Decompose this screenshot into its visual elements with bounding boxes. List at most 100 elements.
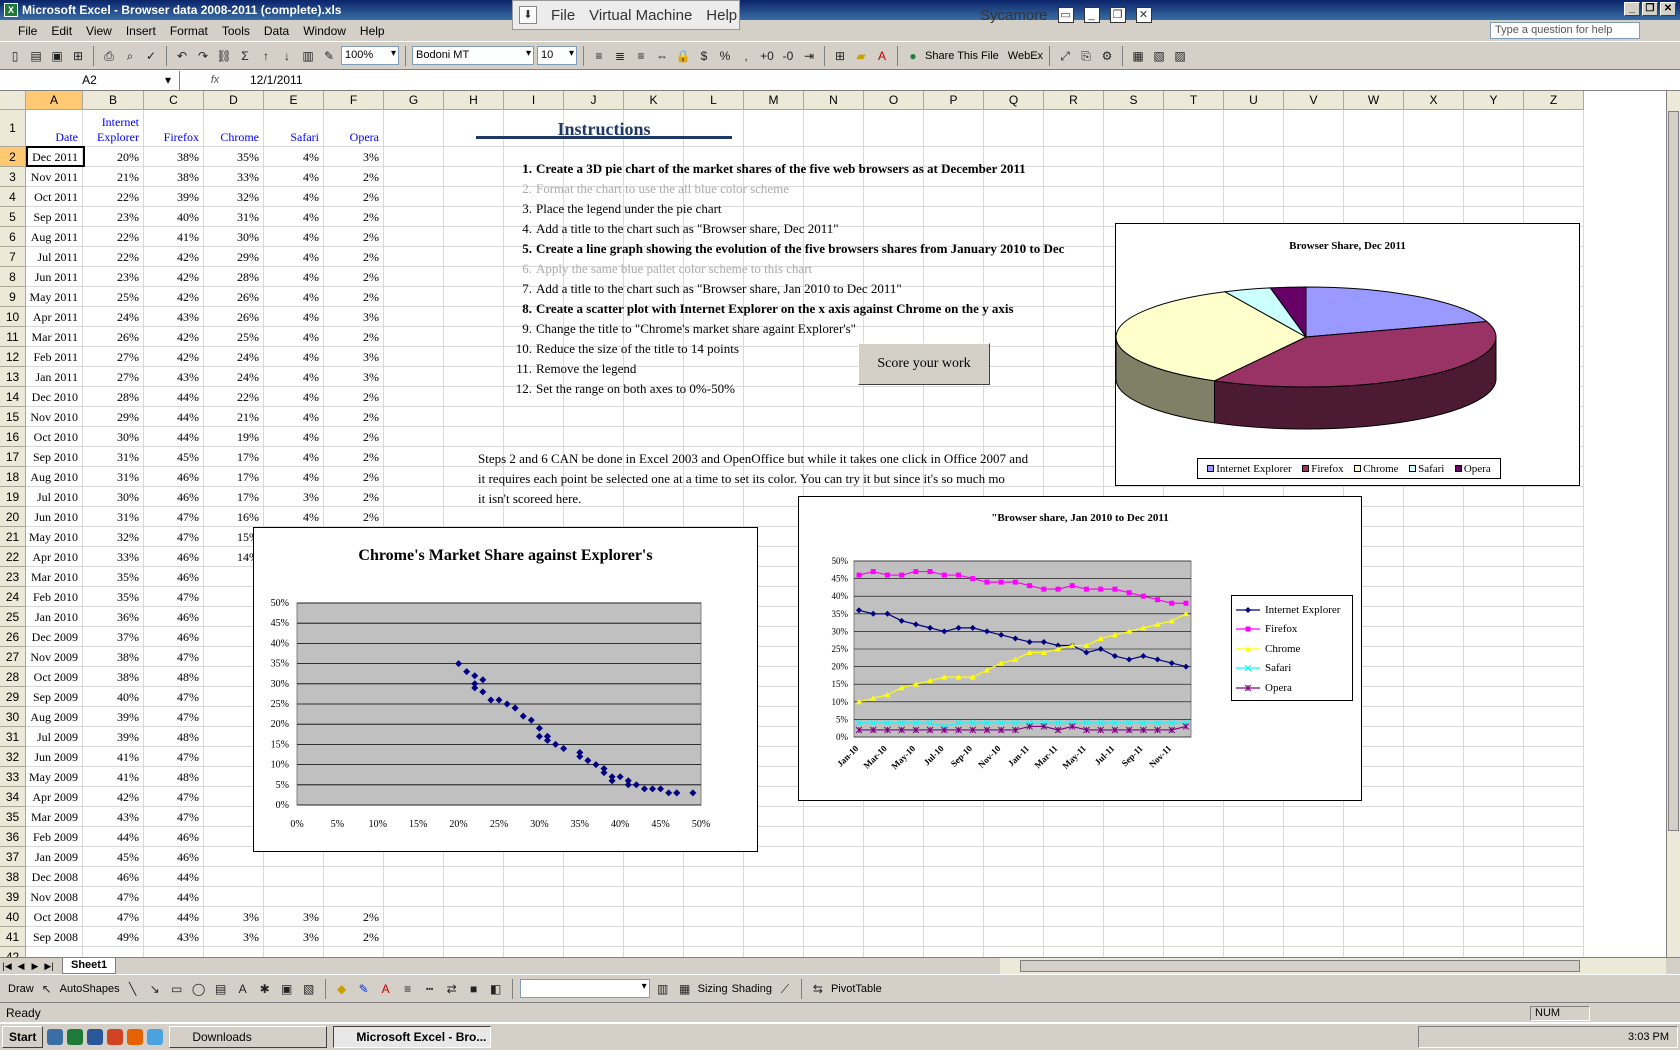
empty-cell[interactable] bbox=[1524, 787, 1584, 807]
row-header[interactable]: 11 bbox=[0, 327, 26, 347]
header-cell[interactable]: Firefox bbox=[144, 110, 204, 147]
empty-cell[interactable] bbox=[1464, 927, 1524, 947]
empty-cell[interactable] bbox=[264, 867, 324, 887]
empty-cell[interactable] bbox=[324, 867, 384, 887]
empty-cell[interactable] bbox=[804, 887, 864, 907]
empty-cell[interactable] bbox=[564, 887, 624, 907]
arrow-icon[interactable]: ↘ bbox=[146, 980, 164, 998]
data-cell[interactable]: 4% bbox=[264, 227, 324, 247]
empty-cell[interactable] bbox=[504, 427, 564, 447]
row-header[interactable]: 28 bbox=[0, 667, 26, 687]
empty-cell[interactable] bbox=[1524, 707, 1584, 727]
empty-cell[interactable] bbox=[384, 327, 444, 347]
empty-cell[interactable] bbox=[804, 187, 864, 207]
empty-cell[interactable] bbox=[864, 807, 924, 827]
data-cell[interactable]: 16% bbox=[204, 507, 264, 527]
currency-icon[interactable]: $ bbox=[695, 47, 713, 65]
empty-cell[interactable] bbox=[1524, 607, 1584, 627]
data-cell[interactable]: 46% bbox=[144, 547, 204, 567]
empty-cell[interactable] bbox=[1464, 547, 1524, 567]
empty-cell[interactable] bbox=[1344, 927, 1404, 947]
empty-cell[interactable] bbox=[384, 187, 444, 207]
empty-cell[interactable] bbox=[1044, 347, 1104, 367]
draw-menu[interactable]: Draw bbox=[8, 983, 34, 995]
data-cell[interactable]: 4% bbox=[264, 447, 324, 467]
textbox-icon[interactable]: ▤ bbox=[212, 980, 230, 998]
empty-cell[interactable] bbox=[984, 427, 1044, 447]
comma-icon[interactable]: , bbox=[737, 47, 755, 65]
data-cell[interactable]: 24% bbox=[204, 347, 264, 367]
column-header-q[interactable]: Q bbox=[984, 91, 1044, 110]
row-header[interactable]: 40 bbox=[0, 907, 26, 927]
empty-cell[interactable] bbox=[1284, 167, 1344, 187]
scatter-chart[interactable]: Chrome's Market Share against Explorer's… bbox=[253, 527, 758, 852]
data-cell[interactable]: 2% bbox=[324, 407, 384, 427]
data-cell[interactable]: 45% bbox=[83, 847, 144, 867]
data-cell[interactable]: May 2011 bbox=[26, 287, 83, 307]
empty-cell[interactable] bbox=[1524, 567, 1584, 587]
empty-cell[interactable] bbox=[984, 267, 1044, 287]
data-cell[interactable]: 30% bbox=[83, 427, 144, 447]
empty-cell[interactable] bbox=[264, 887, 324, 907]
row-header[interactable]: 10 bbox=[0, 307, 26, 327]
empty-cell[interactable] bbox=[864, 407, 924, 427]
empty-cell[interactable] bbox=[1104, 110, 1164, 147]
empty-cell[interactable] bbox=[864, 427, 924, 447]
data-cell[interactable]: 39% bbox=[144, 187, 204, 207]
empty-cell[interactable] bbox=[1404, 687, 1464, 707]
empty-cell[interactable] bbox=[1044, 827, 1104, 847]
row-header[interactable]: 21 bbox=[0, 527, 26, 547]
data-cell[interactable]: 47% bbox=[144, 587, 204, 607]
data-cell[interactable]: 3% bbox=[204, 927, 264, 947]
data-point[interactable] bbox=[1083, 586, 1089, 592]
empty-cell[interactable] bbox=[804, 407, 864, 427]
data-cell[interactable]: 47% bbox=[144, 527, 204, 547]
empty-cell[interactable] bbox=[1464, 847, 1524, 867]
empty-cell[interactable] bbox=[984, 387, 1044, 407]
tool-icon-4[interactable]: ▦ bbox=[1129, 47, 1147, 65]
data-cell[interactable]: 43% bbox=[144, 367, 204, 387]
empty-cell[interactable] bbox=[564, 927, 624, 947]
empty-cell[interactable] bbox=[384, 947, 444, 957]
data-cell[interactable]: 46% bbox=[144, 847, 204, 867]
empty-cell[interactable] bbox=[384, 467, 444, 487]
data-cell[interactable]: Apr 2009 bbox=[26, 787, 83, 807]
quicklaunch-powerpoint-icon[interactable] bbox=[107, 1029, 124, 1045]
data-cell[interactable]: 4% bbox=[264, 207, 324, 227]
empty-cell[interactable] bbox=[1404, 567, 1464, 587]
empty-cell[interactable] bbox=[384, 247, 444, 267]
tool-icon-6[interactable]: ▨ bbox=[1171, 47, 1189, 65]
data-cell[interactable]: 25% bbox=[83, 287, 144, 307]
row-header[interactable]: 3 bbox=[0, 167, 26, 187]
redo-icon[interactable]: ↷ bbox=[194, 47, 212, 65]
empty-cell[interactable] bbox=[1104, 867, 1164, 887]
data-cell[interactable]: 3% bbox=[264, 487, 324, 507]
column-header-y[interactable]: Y bbox=[1464, 91, 1524, 110]
line-legend[interactable]: Internet Explorer Firefox Chrome Safari Oper… bbox=[1231, 595, 1353, 701]
empty-cell[interactable] bbox=[1284, 827, 1344, 847]
task-downloads[interactable]: Downloads bbox=[169, 1026, 328, 1048]
column-header-e[interactable]: E bbox=[264, 91, 324, 110]
row-header[interactable]: 29 bbox=[0, 687, 26, 707]
data-point[interactable] bbox=[1183, 600, 1189, 606]
legend-entry[interactable]: Safari bbox=[1409, 463, 1444, 475]
empty-cell[interactable] bbox=[1104, 827, 1164, 847]
empty-cell[interactable] bbox=[1284, 887, 1344, 907]
empty-cell[interactable] bbox=[924, 407, 984, 427]
empty-cell[interactable] bbox=[1524, 927, 1584, 947]
menu-view[interactable]: View bbox=[86, 24, 112, 38]
data-cell[interactable]: 47% bbox=[144, 507, 204, 527]
empty-cell[interactable] bbox=[504, 507, 564, 527]
data-cell[interactable]: Apr 2010 bbox=[26, 547, 83, 567]
empty-cell[interactable] bbox=[924, 947, 984, 957]
empty-cell[interactable] bbox=[1164, 827, 1224, 847]
horizontal-scroll-thumb[interactable] bbox=[1020, 960, 1580, 972]
empty-cell[interactable] bbox=[684, 487, 744, 507]
empty-cell[interactable] bbox=[1344, 147, 1404, 167]
empty-cell[interactable] bbox=[684, 427, 744, 447]
data-cell[interactable]: 23% bbox=[83, 207, 144, 227]
data-cell[interactable]: 2% bbox=[324, 207, 384, 227]
data-cell[interactable]: 2% bbox=[324, 507, 384, 527]
data-cell[interactable]: 38% bbox=[83, 647, 144, 667]
data-cell[interactable]: Nov 2010 bbox=[26, 407, 83, 427]
